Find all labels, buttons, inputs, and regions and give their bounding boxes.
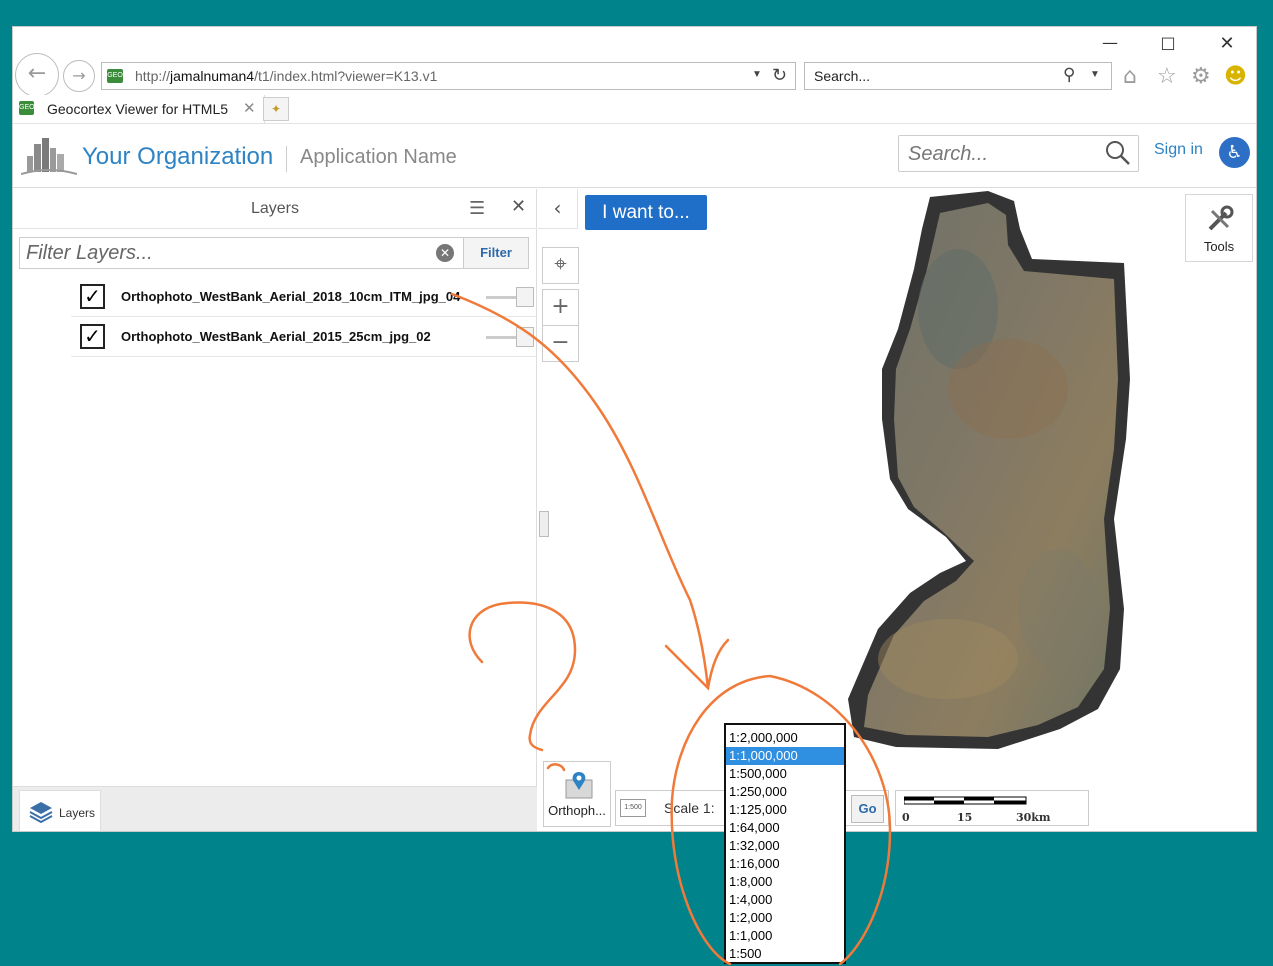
scale-option[interactable]: 1:4,000 xyxy=(726,891,844,909)
map-scalebar: 0 15 30km xyxy=(895,790,1089,826)
opacity-slider-handle[interactable] xyxy=(516,287,534,307)
locate-me-icon[interactable]: ⌖ xyxy=(542,247,579,284)
app-header: Your Organization Application Name Searc… xyxy=(13,124,1256,188)
site-favicon-icon: GEO xyxy=(107,69,123,83)
zoom-in-button[interactable]: + xyxy=(542,289,579,326)
scalebar-graphic xyxy=(904,796,1027,805)
scale-option[interactable]: 1:250,000 xyxy=(726,783,844,801)
layers-panel: Layers ☰ ✕ Filter Layers... ✕ Filter ✓ O… xyxy=(13,189,537,831)
accessibility-icon[interactable]: ♿ xyxy=(1219,137,1250,168)
clear-filter-icon[interactable]: ✕ xyxy=(436,244,454,262)
header-separator xyxy=(286,146,287,172)
scale-option[interactable]: 1:32,000 xyxy=(726,837,844,855)
organization-name[interactable]: Your Organization xyxy=(82,143,273,171)
forward-icon[interactable]: → xyxy=(63,60,95,92)
scale-option[interactable]: 1:500,000 xyxy=(726,765,844,783)
scale-option[interactable]: 1:8,000 xyxy=(726,873,844,891)
scale-option[interactable]: 1:2,000,000 xyxy=(726,729,844,747)
panel-tab-bar: Layers xyxy=(13,786,537,831)
scale-label: Scale 1: xyxy=(664,800,715,816)
scalebar-tick: 0 xyxy=(902,811,910,824)
opacity-slider-handle[interactable] xyxy=(516,327,534,347)
scale-option[interactable]: 1:64,000 xyxy=(726,819,844,837)
scale-option[interactable]: 1:16,000 xyxy=(726,855,844,873)
refresh-icon[interactable]: ↻ xyxy=(772,65,787,86)
orthophoto-imagery xyxy=(848,191,1130,749)
tab-favicon-icon: GEO xyxy=(19,101,35,115)
settings-gear-icon[interactable]: ⚙ xyxy=(1191,64,1211,89)
back-icon[interactable]: ← xyxy=(15,53,59,97)
application-name: Application Name xyxy=(300,146,457,168)
zoom-out-button[interactable]: − xyxy=(542,325,579,362)
layer-row: ✓ Orthophoto_WestBank_Aerial_2018_10cm_I… xyxy=(71,277,537,317)
tab-layers[interactable]: Layers xyxy=(19,790,101,831)
scale-option[interactable]: 1:1,000 xyxy=(726,927,844,945)
layer-name: Orthophoto_WestBank_Aerial_2015_25cm_jpg… xyxy=(121,329,431,344)
close-window-icon[interactable]: ✕ xyxy=(1207,33,1247,54)
layer-row: ✓ Orthophoto_WestBank_Aerial_2015_25cm_j… xyxy=(71,317,537,357)
browser-tab[interactable]: GEO Geocortex Viewer for HTML5 ✕ xyxy=(13,95,265,123)
new-tab-icon[interactable]: ✦ xyxy=(263,97,289,121)
url-text: http://jamalnuman4/t1/index.html?viewer=… xyxy=(135,68,438,84)
browser-window: — □ ✕ ← → GEO http://jamalnuman4/t1/inde… xyxy=(12,26,1257,832)
tab-title: Geocortex Viewer for HTML5 xyxy=(47,101,229,117)
map-marker-icon xyxy=(565,772,593,799)
panel-title: Layers xyxy=(13,189,537,229)
layer-checkbox[interactable]: ✓ xyxy=(80,324,105,349)
i-want-to-button[interactable]: I want to... xyxy=(585,195,707,230)
address-dropdown-icon[interactable]: ▼ xyxy=(752,69,762,80)
maximize-icon[interactable]: □ xyxy=(1148,33,1188,52)
organization-logo-icon xyxy=(21,138,77,175)
tools-wrench-icon xyxy=(1208,205,1234,231)
scale-option[interactable]: 1:500 xyxy=(726,945,844,963)
browser-search-input[interactable]: Search... ⚲ ▼ xyxy=(804,62,1112,90)
search-icon[interactable] xyxy=(1104,139,1132,167)
smiley-feedback-icon[interactable]: ☻ xyxy=(1224,64,1247,89)
filter-button[interactable]: Filter xyxy=(463,237,529,269)
scale-option-selected[interactable]: 1:1,000,000 xyxy=(726,747,844,765)
filter-layers-input[interactable]: Filter Layers... ✕ xyxy=(19,237,463,269)
address-bar[interactable]: GEO http://jamalnuman4/t1/index.html?vie… xyxy=(101,62,796,90)
scale-dropdown-list[interactable]: 1:2,000,000 1:1,000,000 1:500,000 1:250,… xyxy=(724,723,846,964)
layer-name: Orthophoto_WestBank_Aerial_2018_10cm_ITM… xyxy=(121,289,461,304)
panel-close-icon[interactable]: ✕ xyxy=(511,196,526,217)
layer-checkbox[interactable]: ✓ xyxy=(80,284,105,309)
app-search-input[interactable]: Search... xyxy=(898,135,1139,172)
layers-stack-icon xyxy=(29,802,53,824)
scalebar-tick: 30km xyxy=(1016,811,1051,824)
home-icon[interactable]: ⌂ xyxy=(1123,64,1137,89)
search-dropdown-icon[interactable]: ▼ xyxy=(1090,69,1100,80)
close-tab-icon[interactable]: ✕ xyxy=(243,99,256,117)
minimize-icon[interactable]: — xyxy=(1090,33,1130,52)
tools-button[interactable]: Tools xyxy=(1185,194,1253,262)
collapse-panel-icon[interactable]: ‹ xyxy=(538,189,578,229)
scale-icon: 1:500 xyxy=(620,799,646,817)
scale-option[interactable]: 1:2,000 xyxy=(726,909,844,927)
sign-in-link[interactable]: Sign in xyxy=(1154,141,1203,159)
favorites-star-icon[interactable]: ☆ xyxy=(1157,64,1177,89)
orthophoto-button[interactable]: Orthoph... xyxy=(543,761,611,827)
panel-resize-handle[interactable] xyxy=(539,511,549,537)
go-button[interactable]: Go xyxy=(851,795,884,823)
scale-option[interactable]: 1:125,000 xyxy=(726,801,844,819)
map-view[interactable]: ‹ I want to... ⌖ + − Tools Orthoph... 1:… xyxy=(538,189,1256,831)
scalebar-tick: 15 xyxy=(957,811,973,824)
search-icon[interactable]: ⚲ xyxy=(1063,65,1075,85)
panel-menu-icon[interactable]: ☰ xyxy=(469,198,485,219)
